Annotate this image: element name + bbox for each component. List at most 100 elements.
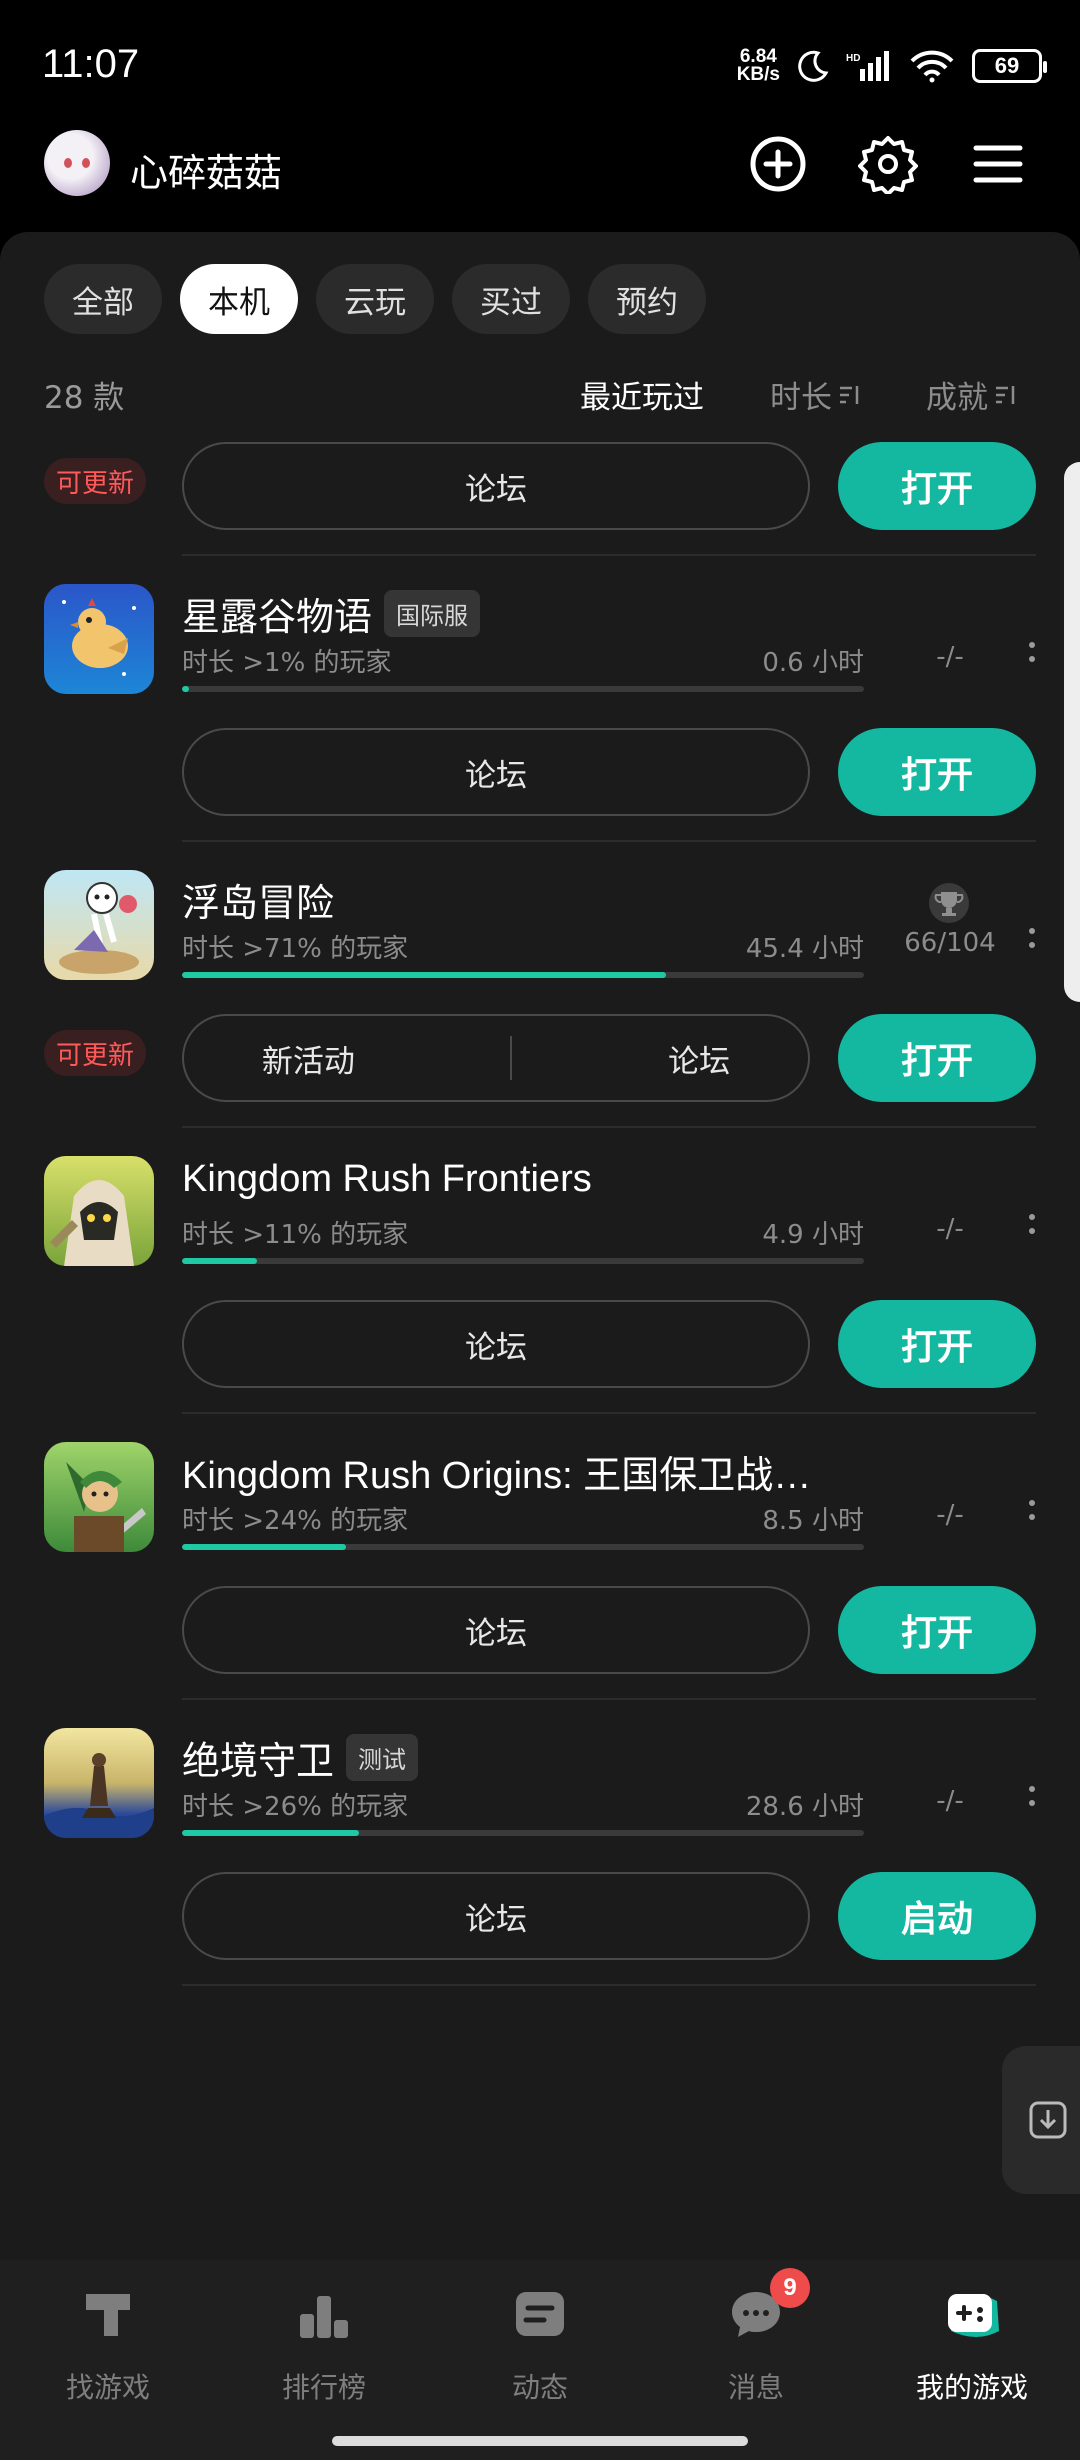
- scroll-handle[interactable]: [1064, 462, 1080, 1002]
- game-title[interactable]: Kingdom Rush Origins: 王国保卫战…: [182, 1444, 811, 1499]
- playtime-progress: [182, 686, 864, 692]
- update-badge: 可更新: [44, 458, 147, 504]
- chip-local[interactable]: 本机: [180, 264, 298, 334]
- ranking-icon: [300, 2296, 348, 2338]
- game-playtime-rank: 时长 >11% 的玩家: [182, 1220, 409, 1250]
- game-list: 可更新 论坛 打开 星露谷物语 国际服 时长 >1% 的玩家 0.6 小时 -/-…: [0, 442, 1080, 2242]
- playtime-progress: [182, 1830, 864, 1836]
- chip-all[interactable]: 全部: [44, 264, 162, 334]
- forum-button[interactable]: 论坛: [182, 1586, 810, 1674]
- nav-feed[interactable]: 动态: [440, 2284, 640, 2414]
- my-games-icon: [948, 2294, 999, 2337]
- more-options-icon[interactable]: [1026, 1214, 1038, 1244]
- floating-side-button[interactable]: [1002, 2046, 1080, 2194]
- launch-button[interactable]: 启动: [838, 1872, 1036, 1960]
- playtime-progress: [182, 1258, 864, 1264]
- game-achievements: -/-: [936, 1500, 964, 1530]
- status-icons: 6.84 KB/s HD 69: [736, 46, 1047, 86]
- game-icon-stardew[interactable]: [44, 584, 154, 694]
- more-options-icon[interactable]: [1026, 1786, 1038, 1816]
- game-playtime-rank: 时长 >71% 的玩家: [182, 934, 409, 964]
- game-card: Kingdom Rush Frontiers 时长 >11% 的玩家 4.9 小…: [0, 1128, 1080, 1414]
- home-indicator[interactable]: [332, 2436, 748, 2446]
- open-button[interactable]: 打开: [838, 1014, 1036, 1102]
- download-icon: [1029, 2101, 1067, 2139]
- more-options-icon[interactable]: [1026, 928, 1038, 958]
- game-icon-kingdom-rush-frontiers[interactable]: [44, 1156, 154, 1266]
- game-card: Kingdom Rush Origins: 王国保卫战… 时长 >24% 的玩家…: [0, 1414, 1080, 1700]
- menu-icon[interactable]: [968, 134, 1028, 194]
- playtime-progress: [182, 1544, 864, 1550]
- game-tag: 测试: [346, 1734, 419, 1781]
- game-playtime-rank: 时长 >1% 的玩家: [182, 648, 392, 678]
- open-button[interactable]: 打开: [838, 1586, 1036, 1674]
- nav-find-games[interactable]: 找游戏: [8, 2284, 208, 2414]
- forum-button[interactable]: 论坛: [668, 1036, 730, 1081]
- chip-reserved[interactable]: 预约: [588, 264, 706, 334]
- more-options-icon[interactable]: [1026, 642, 1038, 672]
- game-title[interactable]: Kingdom Rush Frontiers: [182, 1158, 592, 1201]
- new-event-button[interactable]: 新活动: [262, 1036, 355, 1081]
- game-hours: 0.6 小时: [762, 648, 864, 678]
- forum-button[interactable]: 论坛: [182, 1872, 810, 1960]
- game-card: 可更新 论坛 打开: [0, 442, 1080, 556]
- content-panel: 全部 本机 云玩 买过 预约 28 款 最近玩过 时长 成就 可更新 论坛 打开…: [0, 232, 1080, 2260]
- game-achievements: -/-: [936, 1786, 964, 1816]
- game-count: 28 款: [44, 380, 125, 416]
- forum-button[interactable]: 论坛: [182, 442, 810, 530]
- game-hours: 45.4 小时: [745, 934, 864, 964]
- game-card: 绝境守卫 测试 时长 >26% 的玩家 28.6 小时 -/- 论坛 启动: [0, 1700, 1080, 1986]
- sort-icon: [996, 385, 1015, 404]
- divider: [510, 1036, 513, 1080]
- open-button[interactable]: 打开: [838, 728, 1036, 816]
- open-button[interactable]: 打开: [838, 442, 1036, 530]
- playtime-progress: [182, 972, 864, 978]
- feed-icon: [516, 2292, 564, 2336]
- sort-achievement[interactable]: 成就: [926, 372, 1018, 417]
- moon-icon: [798, 50, 829, 82]
- avatar[interactable]: [44, 130, 110, 196]
- net-speed: 6.84 KB/s: [736, 46, 780, 85]
- gear-icon[interactable]: [858, 134, 918, 194]
- filter-chips: 全部 本机 云玩 买过 预约: [44, 264, 706, 334]
- forum-button-group: 新活动 论坛: [182, 1014, 810, 1102]
- more-options-icon[interactable]: [1026, 1500, 1038, 1530]
- nav-ranking[interactable]: 排行榜: [224, 2284, 424, 2414]
- game-achievements: -/-: [936, 642, 964, 672]
- open-button[interactable]: 打开: [838, 1300, 1036, 1388]
- sort-icon: [840, 385, 859, 404]
- game-card: 星露谷物语 国际服 时长 >1% 的玩家 0.6 小时 -/- 论坛 打开: [0, 556, 1080, 842]
- status-time: 11:07: [42, 42, 140, 86]
- wifi-icon: [910, 50, 954, 83]
- game-achievements: -/-: [936, 1214, 964, 1244]
- game-icon-jue-jing-shou-wei[interactable]: [44, 1728, 154, 1838]
- game-hours: 28.6 小时: [745, 1792, 864, 1822]
- battery-indicator: 69: [972, 49, 1047, 83]
- game-title[interactable]: 浮岛冒险: [182, 872, 334, 927]
- add-circle-icon[interactable]: [748, 134, 808, 194]
- nav-messages[interactable]: 9 消息: [656, 2268, 856, 2414]
- signal-icon: HD: [846, 51, 889, 81]
- game-icon-kingdom-rush-origins[interactable]: [44, 1442, 154, 1552]
- sort-recent[interactable]: 最近玩过: [580, 372, 704, 417]
- divider: [182, 1984, 1036, 1986]
- game-card: 浮岛冒险 时长 >71% 的玩家 45.4 小时 66/104 可更新 新活动 …: [0, 842, 1080, 1128]
- chip-cloud[interactable]: 云玩: [316, 264, 434, 334]
- forum-button[interactable]: 论坛: [182, 728, 810, 816]
- game-playtime-rank: 时长 >26% 的玩家: [182, 1792, 409, 1822]
- game-hours: 8.5 小时: [762, 1506, 864, 1536]
- game-icon-floating-island[interactable]: [44, 870, 154, 980]
- update-badge: 可更新: [44, 1030, 147, 1076]
- sort-duration[interactable]: 时长: [770, 372, 862, 417]
- forum-button[interactable]: 论坛: [182, 1300, 810, 1388]
- app-header: 心碎菇菇: [0, 130, 1080, 230]
- game-tag: 国际服: [384, 590, 481, 637]
- game-achievements: 66/104: [904, 928, 996, 958]
- find-games-icon: [86, 2294, 130, 2336]
- trophy-icon: [929, 883, 969, 923]
- game-title[interactable]: 绝境守卫 测试: [182, 1730, 419, 1785]
- username[interactable]: 心碎菇菇: [130, 142, 282, 197]
- game-title[interactable]: 星露谷物语 国际服: [182, 586, 481, 641]
- nav-my-games[interactable]: 我的游戏: [872, 2284, 1072, 2414]
- chip-bought[interactable]: 买过: [452, 264, 570, 334]
